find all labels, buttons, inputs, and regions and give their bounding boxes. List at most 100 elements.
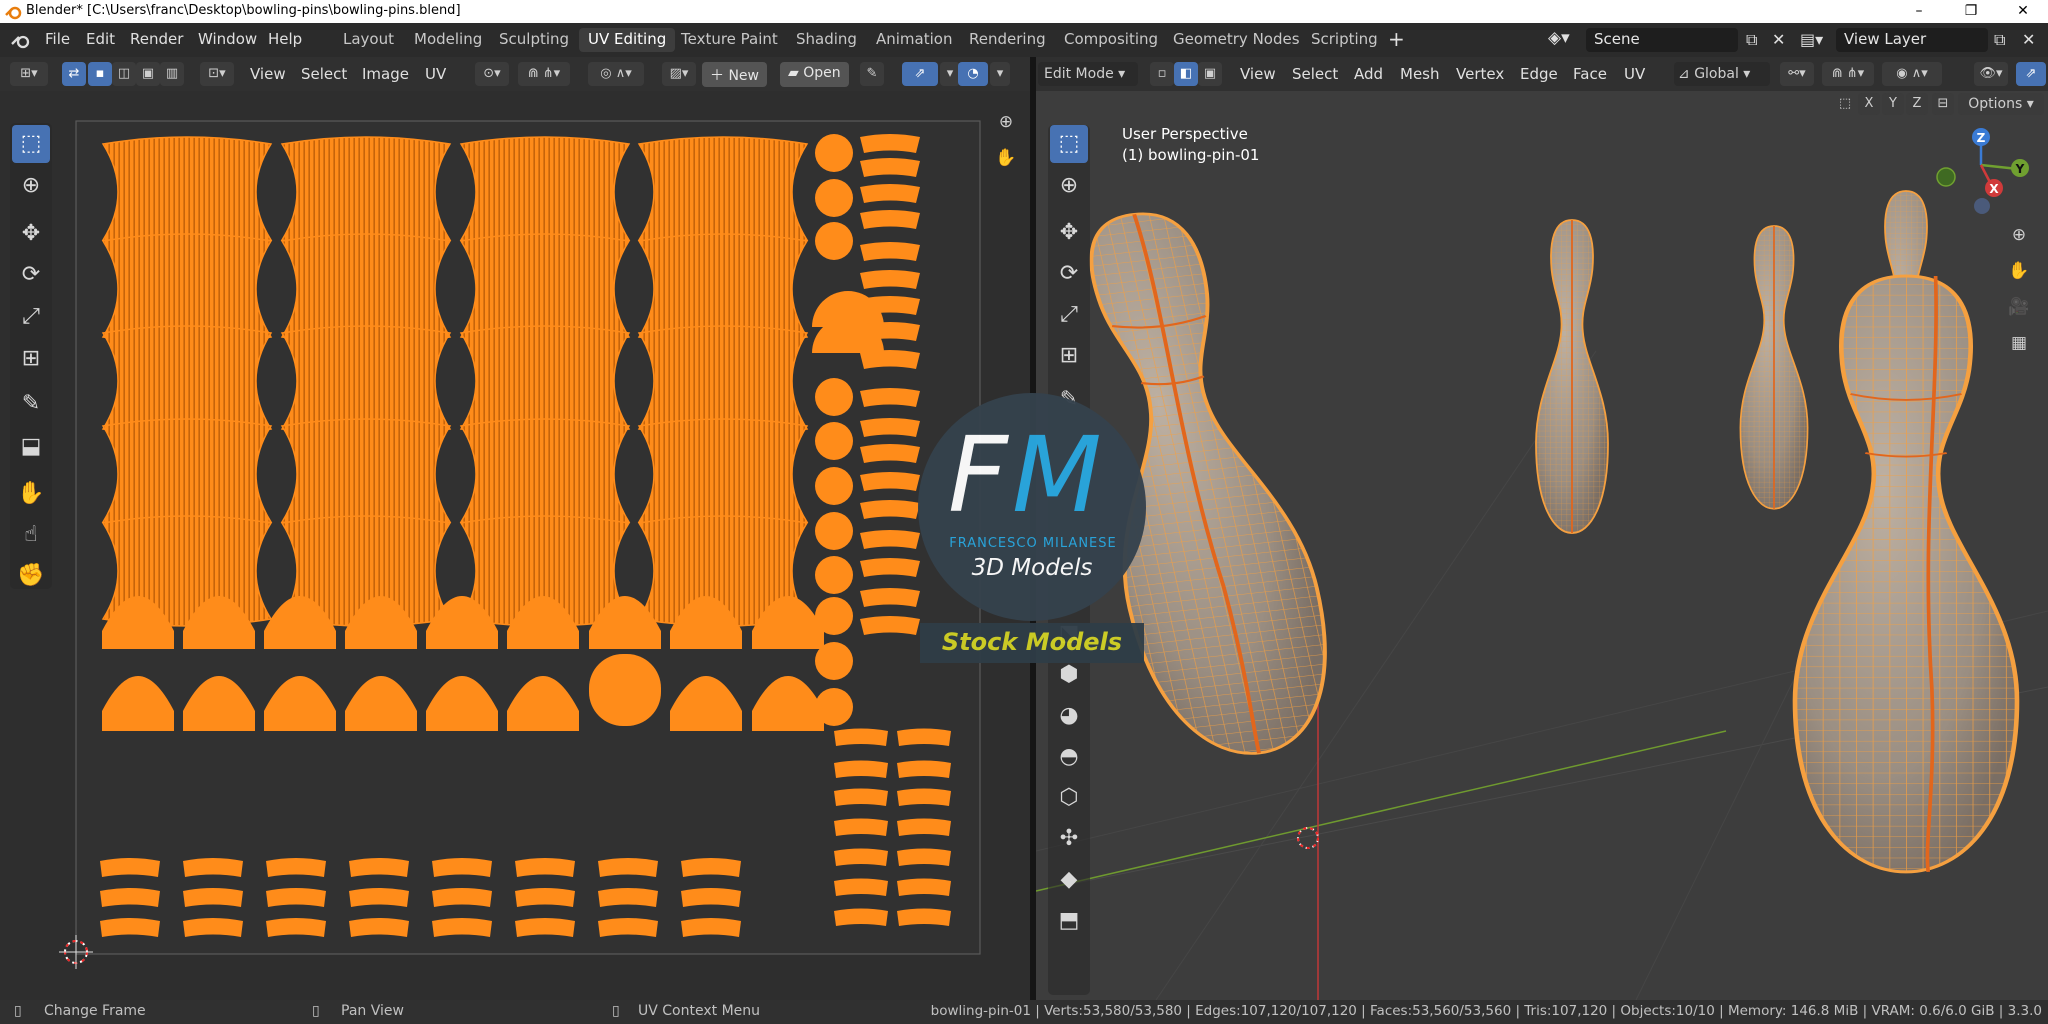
vp-cursor-tool-icon[interactable]: ⊕ bbox=[1050, 167, 1088, 205]
smooth-tool-icon[interactable]: ◓ bbox=[1050, 738, 1088, 776]
scene-selector[interactable]: Scene bbox=[1586, 28, 1738, 52]
vp-scale-tool-icon[interactable]: ⤢ bbox=[1050, 296, 1088, 334]
vp-menu-select[interactable]: Select bbox=[1292, 65, 1338, 83]
vp-menu-uv[interactable]: UV bbox=[1624, 65, 1645, 83]
uv-menu-image[interactable]: Image bbox=[362, 65, 409, 83]
snap-icon[interactable]: ⋒ ⋔▾ bbox=[518, 62, 570, 86]
face-mode-icon[interactable]: ▣ bbox=[1198, 62, 1222, 86]
vp-menu-face[interactable]: Face bbox=[1573, 65, 1607, 83]
menu-edit[interactable]: Edit bbox=[86, 30, 115, 48]
vp-select-box-tool-icon[interactable]: ⬚ bbox=[1050, 125, 1088, 163]
vp-zoom-icon[interactable]: ⊕ bbox=[2004, 220, 2034, 250]
proportional-edit-icon[interactable]: ◎ ∧▾ bbox=[588, 62, 644, 86]
vp-transform-tool-icon[interactable]: ⊞ bbox=[1050, 337, 1088, 375]
vp-gizmo-icon[interactable]: ⇗ bbox=[2016, 62, 2046, 86]
minimize-button[interactable]: – bbox=[1896, 1, 1942, 22]
tab-uv-editing[interactable]: UV Editing bbox=[579, 28, 676, 52]
spin-tool-icon[interactable]: ◕ bbox=[1050, 697, 1088, 735]
scene-icon[interactable]: ◈▾ bbox=[1548, 28, 1570, 48]
close-button[interactable]: ✕ bbox=[2000, 1, 2046, 22]
edge-select-icon[interactable]: ◫ bbox=[112, 62, 136, 86]
vp-menu-mesh[interactable]: Mesh bbox=[1400, 65, 1440, 83]
menu-help[interactable]: Help bbox=[268, 30, 302, 48]
overlay-dropdown-icon[interactable]: ▾ bbox=[990, 62, 1010, 86]
tab-layout[interactable]: Layout bbox=[334, 28, 403, 52]
uv-editor-area[interactable]: ⬚ ⊕ ✥ ⟳ ⤢ ⊞ ✎ ⬓ ✋ ☝ ✊ ⊕ ✋ bbox=[0, 91, 1030, 1000]
annotate-tool-icon[interactable]: ✎ bbox=[12, 385, 50, 423]
vp-pan-icon[interactable]: ✋ bbox=[2004, 256, 2034, 286]
uv-menu-select[interactable]: Select bbox=[301, 65, 347, 83]
navigation-gizmo[interactable]: Z Y X bbox=[1936, 128, 2029, 214]
bowling-pin-back-1[interactable] bbox=[1535, 219, 1609, 535]
tab-modeling[interactable]: Modeling bbox=[405, 28, 491, 52]
pivot-icon[interactable]: ⊙▾ bbox=[475, 62, 509, 86]
uv-menu-uv[interactable]: UV bbox=[425, 65, 446, 83]
bowling-pin-back-2[interactable] bbox=[1739, 225, 1809, 510]
menu-window[interactable]: Window bbox=[198, 30, 257, 48]
edge-mode-icon[interactable]: ◧ bbox=[1174, 62, 1198, 86]
mode-selector[interactable]: Edit Mode ▾ bbox=[1038, 62, 1138, 86]
scale-tool-icon[interactable]: ⤢ bbox=[12, 298, 50, 336]
viewport-canvas[interactable]: Z Y X bbox=[1036, 91, 2048, 1000]
pinch-tool-icon[interactable]: ✊ bbox=[12, 557, 50, 595]
vp-menu-view[interactable]: View bbox=[1240, 65, 1276, 83]
rip-tool-icon[interactable]: ⬓ bbox=[12, 428, 50, 466]
transform-tool-icon[interactable]: ⊞ bbox=[12, 340, 50, 378]
gizmo-toggle-icon[interactable]: ⇗ bbox=[902, 62, 938, 86]
shear-tool-icon[interactable]: ⬡ bbox=[1050, 779, 1088, 817]
face-select-icon[interactable]: ▣ bbox=[136, 62, 160, 86]
zoom-icon[interactable]: ⊕ bbox=[991, 107, 1021, 137]
axis-z-toggle[interactable]: Z bbox=[1906, 93, 1928, 115]
camera-icon[interactable]: 🎥 bbox=[2004, 292, 2034, 322]
axis-x-toggle[interactable]: X bbox=[1858, 93, 1880, 115]
menu-file[interactable]: File bbox=[45, 30, 70, 48]
shrink-fatten-tool-icon[interactable]: ✣ bbox=[1050, 820, 1088, 858]
axis-y-toggle[interactable]: Y bbox=[1882, 93, 1904, 115]
uv-canvas[interactable] bbox=[0, 91, 1030, 1000]
rip-region-tool-icon[interactable]: ◆ bbox=[1050, 861, 1088, 899]
tab-shading[interactable]: Shading bbox=[787, 28, 866, 52]
pan-hand-icon[interactable]: ✋ bbox=[991, 143, 1021, 173]
vertex-mode-icon[interactable]: ▫ bbox=[1150, 62, 1174, 86]
tab-geometry-nodes[interactable]: Geometry Nodes bbox=[1164, 28, 1309, 52]
vp-menu-add[interactable]: Add bbox=[1354, 65, 1383, 83]
gizmo-dropdown-icon[interactable]: ▾ bbox=[940, 62, 960, 86]
grab-tool-icon[interactable]: ✋ bbox=[12, 475, 50, 513]
uv-menu-view[interactable]: View bbox=[250, 65, 286, 83]
3d-viewport[interactable]: Z Y X ⬚ ⊕ ✥ ⟳ ⤢ ⊞ ✎ ⬔ ⬢ ◕ ◓ ⬡ ✣ ◆ ⬒ User… bbox=[1036, 91, 2048, 1000]
vp-menu-edge[interactable]: Edge bbox=[1520, 65, 1558, 83]
new-image-button[interactable]: ＋ New bbox=[702, 62, 767, 87]
rotate-tool-icon[interactable]: ⟳ bbox=[12, 256, 50, 294]
view-layer-selector[interactable]: View Layer bbox=[1836, 28, 1988, 52]
vertex-select-icon[interactable]: ▪ bbox=[88, 62, 112, 86]
vp-move-tool-icon[interactable]: ✥ bbox=[1050, 214, 1088, 252]
view-layer-icon[interactable]: ▤▾ bbox=[1800, 30, 1823, 49]
new-view-layer-icon[interactable]: ⧉ bbox=[1994, 30, 2005, 50]
move-tool-icon[interactable]: ✥ bbox=[12, 215, 50, 253]
vp-snap-icon[interactable]: ⋒ ⋔▾ bbox=[1822, 62, 1874, 86]
topology-icon[interactable]: ⊟ bbox=[1932, 93, 1954, 115]
island-select-icon[interactable]: ▥ bbox=[160, 62, 184, 86]
cube-add-tool-icon[interactable]: ⬒ bbox=[1050, 902, 1088, 940]
ortho-grid-icon[interactable]: ▦ bbox=[2004, 328, 2034, 358]
new-scene-icon[interactable]: ⧉ bbox=[1746, 30, 1757, 50]
pin-icon[interactable]: ✎ bbox=[860, 62, 884, 86]
remove-scene-icon[interactable]: ✕ bbox=[1772, 30, 1785, 49]
relax-tool-icon[interactable]: ☝ bbox=[12, 516, 50, 554]
tab-animation[interactable]: Animation bbox=[867, 28, 961, 52]
orientation-selector[interactable]: ⊿ Global ▾ bbox=[1674, 62, 1770, 86]
overlay-toggle-icon[interactable]: ◔ bbox=[958, 62, 988, 86]
vp-pivot-icon[interactable]: ⚯▾ bbox=[1780, 62, 1814, 86]
add-workspace-button[interactable]: + bbox=[1388, 27, 1405, 51]
sync-selection-icon[interactable]: ⇄ bbox=[62, 62, 86, 86]
options-dropdown[interactable]: Options ▾ bbox=[1958, 93, 2044, 115]
image-browse-icon[interactable]: ▨▾ bbox=[662, 62, 696, 86]
vp-proportional-icon[interactable]: ◉ ∧▾ bbox=[1882, 62, 1942, 86]
tab-scripting[interactable]: Scripting bbox=[1302, 28, 1387, 52]
blender-menu-icon[interactable] bbox=[10, 31, 32, 51]
sticky-mode-icon[interactable]: ⊡▾ bbox=[200, 62, 234, 86]
vp-rotate-tool-icon[interactable]: ⟳ bbox=[1050, 255, 1088, 293]
menu-render[interactable]: Render bbox=[130, 30, 183, 48]
bowling-pin-front-right[interactable] bbox=[1795, 276, 2017, 872]
tab-texture-paint[interactable]: Texture Paint bbox=[672, 28, 787, 52]
